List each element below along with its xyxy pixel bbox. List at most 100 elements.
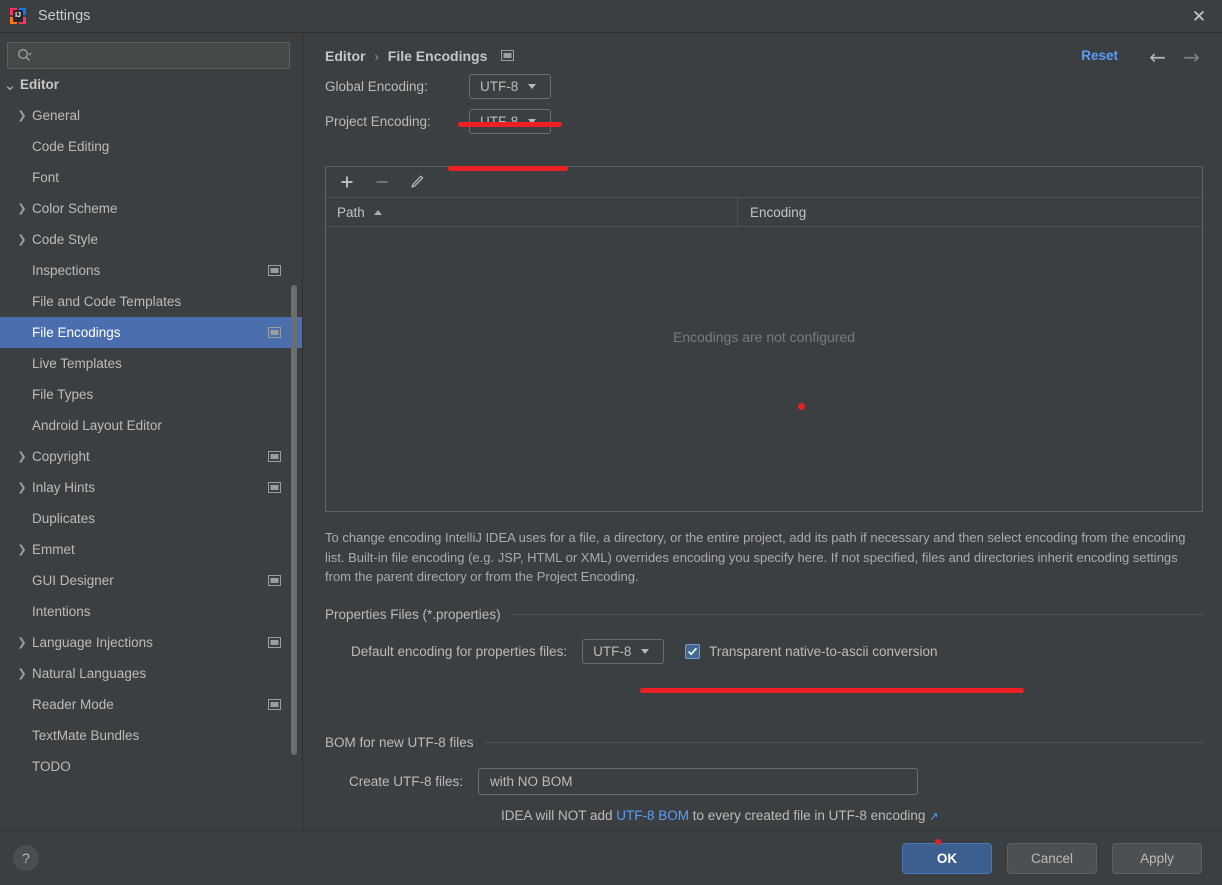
chevron-right-icon[interactable]: ❯ bbox=[12, 481, 32, 494]
badge-spacer bbox=[268, 296, 281, 307]
bom-note-link[interactable]: UTF-8 BOM bbox=[616, 808, 689, 823]
sidebar-item-copyright[interactable]: ❯ Copyright bbox=[0, 441, 302, 472]
sidebar-item-font[interactable]: Font bbox=[0, 162, 302, 193]
arrow-right-icon[interactable]: → bbox=[1183, 45, 1200, 69]
arrow-left-icon[interactable]: ← bbox=[1149, 45, 1166, 69]
sidebar-item-language-injections[interactable]: ❯ Language Injections bbox=[0, 627, 302, 658]
chevron-right-icon[interactable]: ❯ bbox=[12, 667, 32, 680]
sidebar-item-inlay-hints[interactable]: ❯ Inlay Hints bbox=[0, 472, 302, 503]
sidebar-item-file-and-code-templates[interactable]: File and Code Templates bbox=[0, 286, 302, 317]
sidebar-item-textmate-bundles[interactable]: TextMate Bundles bbox=[0, 720, 302, 751]
sidebar-item-duplicates[interactable]: Duplicates bbox=[0, 503, 302, 534]
project-level-settings-icon bbox=[268, 327, 281, 338]
cancel-button[interactable]: Cancel bbox=[1007, 843, 1097, 874]
external-link-icon[interactable]: ↗ bbox=[929, 811, 938, 823]
chevron-down-icon bbox=[528, 84, 537, 89]
badge-spacer bbox=[268, 606, 281, 617]
settings-main-pane: Editor › File Encodings Reset ← → Global… bbox=[303, 33, 1222, 830]
sidebar-item-code-style[interactable]: ❯ Code Style bbox=[0, 224, 302, 255]
close-icon[interactable]: ✕ bbox=[1176, 0, 1222, 33]
project-encoding-underline bbox=[448, 166, 568, 171]
badge-spacer bbox=[268, 234, 281, 245]
plus-icon[interactable] bbox=[338, 173, 356, 191]
encodings-table: Path Encoding Encodings are not configur… bbox=[325, 166, 1203, 512]
badge-spacer bbox=[268, 761, 281, 772]
project-level-settings-icon bbox=[501, 49, 515, 64]
properties-encoding-label: Default encoding for properties files: bbox=[351, 644, 568, 659]
chevron-right-icon[interactable]: ❯ bbox=[12, 233, 32, 246]
project-level-settings-icon bbox=[268, 482, 281, 493]
sidebar-item-inspections[interactable]: Inspections bbox=[0, 255, 302, 286]
minus-icon[interactable] bbox=[373, 173, 391, 191]
pencil-icon[interactable] bbox=[408, 173, 426, 191]
sidebar-item-label: Inlay Hints bbox=[32, 480, 96, 495]
sort-ascending-icon bbox=[373, 209, 382, 215]
chevron-right-icon[interactable]: ❯ bbox=[12, 543, 32, 556]
sidebar-item-label: Code Style bbox=[32, 232, 99, 247]
sidebar-item-todo[interactable]: TODO bbox=[0, 751, 302, 782]
chevron-right-icon[interactable]: ❯ bbox=[12, 202, 32, 215]
sidebar-item-label: Font bbox=[32, 170, 60, 185]
native-to-ascii-underline bbox=[640, 688, 1024, 693]
badge-spacer bbox=[268, 730, 281, 741]
chevron-right-icon[interactable]: ❯ bbox=[12, 450, 32, 463]
search-input[interactable] bbox=[32, 48, 289, 63]
sidebar-item-intentions[interactable]: Intentions bbox=[0, 596, 302, 627]
sidebar-item-color-scheme[interactable]: ❯ Color Scheme bbox=[0, 193, 302, 224]
sidebar-item-gui-designer[interactable]: GUI Designer bbox=[0, 565, 302, 596]
sidebar-item-emmet[interactable]: ❯ Emmet bbox=[0, 534, 302, 565]
create-utf8-files-select[interactable]: with NO BOM bbox=[478, 768, 919, 795]
breadcrumb-parent[interactable]: Editor bbox=[325, 48, 365, 64]
search-container bbox=[0, 33, 302, 69]
ok-button[interactable]: OK bbox=[902, 843, 992, 874]
badge-spacer bbox=[268, 141, 281, 152]
empty-state-message: Encodings are not configured bbox=[672, 329, 856, 345]
sidebar-item-file-encodings[interactable]: File Encodings bbox=[0, 317, 302, 348]
native-to-ascii-checkbox-row[interactable]: Transparent native-to-ascii conversion bbox=[685, 644, 937, 659]
sidebar-item-live-templates[interactable]: Live Templates bbox=[0, 348, 302, 379]
sidebar-scrollbar[interactable] bbox=[291, 285, 297, 755]
badge-spacer bbox=[268, 79, 281, 90]
question-mark-icon[interactable]: ? bbox=[13, 845, 39, 871]
sidebar-item-label: Inspections bbox=[32, 263, 101, 278]
chevron-right-icon[interactable]: ❯ bbox=[12, 636, 32, 649]
search-box[interactable] bbox=[7, 42, 290, 69]
sidebar-item-file-types[interactable]: File Types bbox=[0, 379, 302, 410]
native-to-ascii-checkbox[interactable] bbox=[685, 644, 701, 659]
reset-link[interactable]: Reset bbox=[1081, 48, 1118, 63]
apply-button[interactable]: Apply bbox=[1112, 843, 1202, 874]
project-level-settings-icon bbox=[268, 451, 281, 462]
chevron-down-icon[interactable]: ⌄ bbox=[0, 78, 20, 94]
global-encoding-select[interactable]: UTF-8 bbox=[469, 74, 551, 99]
sidebar-item-editor[interactable]: ⌄ Editor bbox=[0, 78, 302, 100]
sidebar-item-label: Live Templates bbox=[32, 356, 122, 371]
project-encoding-label: Project Encoding: bbox=[325, 114, 431, 129]
sidebar-item-general[interactable]: ❯ General bbox=[0, 100, 302, 131]
badge-spacer bbox=[268, 513, 281, 524]
page-title: File Encodings bbox=[387, 48, 488, 64]
column-header-encoding-label: Encoding bbox=[750, 204, 807, 220]
cursor-marker-ok bbox=[935, 839, 941, 845]
sidebar-item-label: Intentions bbox=[32, 604, 91, 619]
breadcrumb: Editor › File Encodings Reset ← → bbox=[303, 33, 1222, 69]
encodings-table-body[interactable]: Encodings are not configured bbox=[326, 227, 1202, 510]
sidebar-item-android-layout-editor[interactable]: Android Layout Editor bbox=[0, 410, 302, 441]
cursor-marker bbox=[798, 403, 805, 410]
sidebar-item-reader-mode[interactable]: Reader Mode bbox=[0, 689, 302, 720]
sidebar-item-code-editing[interactable]: Code Editing bbox=[0, 131, 302, 162]
badge-spacer bbox=[268, 668, 281, 679]
properties-files-group-title: Properties Files (*.properties) bbox=[325, 607, 501, 622]
badge-spacer bbox=[268, 110, 281, 121]
sidebar-item-natural-languages[interactable]: ❯ Natural Languages bbox=[0, 658, 302, 689]
column-header-path[interactable]: Path bbox=[326, 197, 738, 227]
properties-encoding-select[interactable]: UTF-8 bbox=[582, 639, 665, 664]
global-encoding-label: Global Encoding: bbox=[325, 79, 428, 94]
sidebar-item-label: Emmet bbox=[32, 542, 75, 557]
column-header-encoding[interactable]: Encoding bbox=[738, 205, 806, 220]
badge-spacer bbox=[268, 203, 281, 214]
chevron-right-icon[interactable]: ❯ bbox=[12, 109, 32, 122]
badge-spacer bbox=[268, 389, 281, 400]
